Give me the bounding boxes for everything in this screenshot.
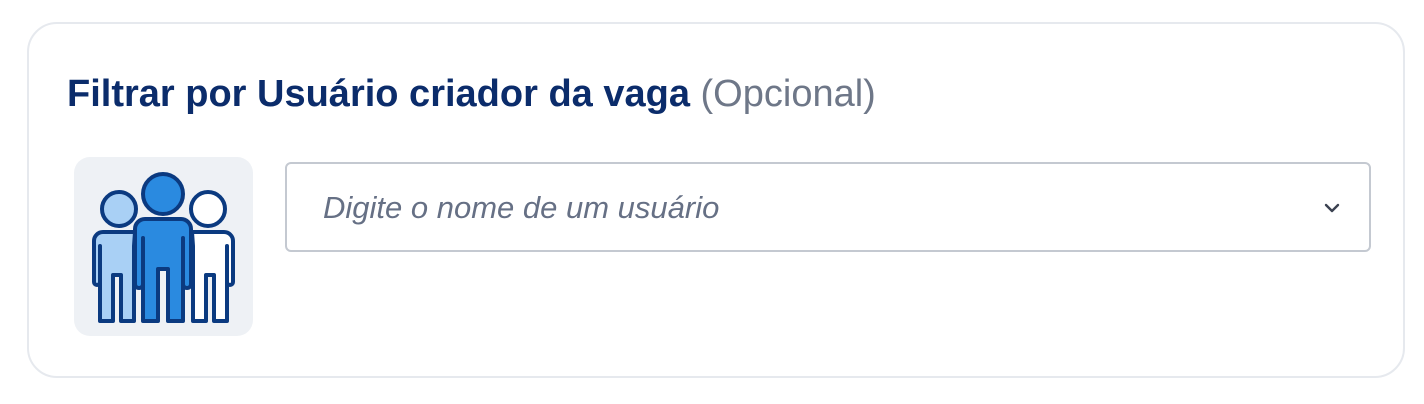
user-select[interactable] bbox=[285, 162, 1371, 252]
optional-label: (Opcional) bbox=[700, 73, 876, 115]
filter-title-text: Filtrar por Usuário criador da vaga bbox=[67, 73, 690, 115]
user-search-input[interactable] bbox=[323, 186, 1223, 230]
person-right-figure bbox=[189, 190, 235, 323]
filter-title: Filtrar por Usuário criador da vaga (Opc… bbox=[67, 71, 876, 117]
user-filter-card: Filtrar por Usuário criador da vaga (Opc… bbox=[27, 22, 1405, 378]
person-center-figure bbox=[133, 172, 193, 323]
users-group-illustration bbox=[92, 172, 235, 323]
users-group-icon bbox=[74, 157, 253, 336]
person-left-figure bbox=[92, 190, 138, 323]
chevron-down-icon[interactable] bbox=[1321, 197, 1343, 219]
